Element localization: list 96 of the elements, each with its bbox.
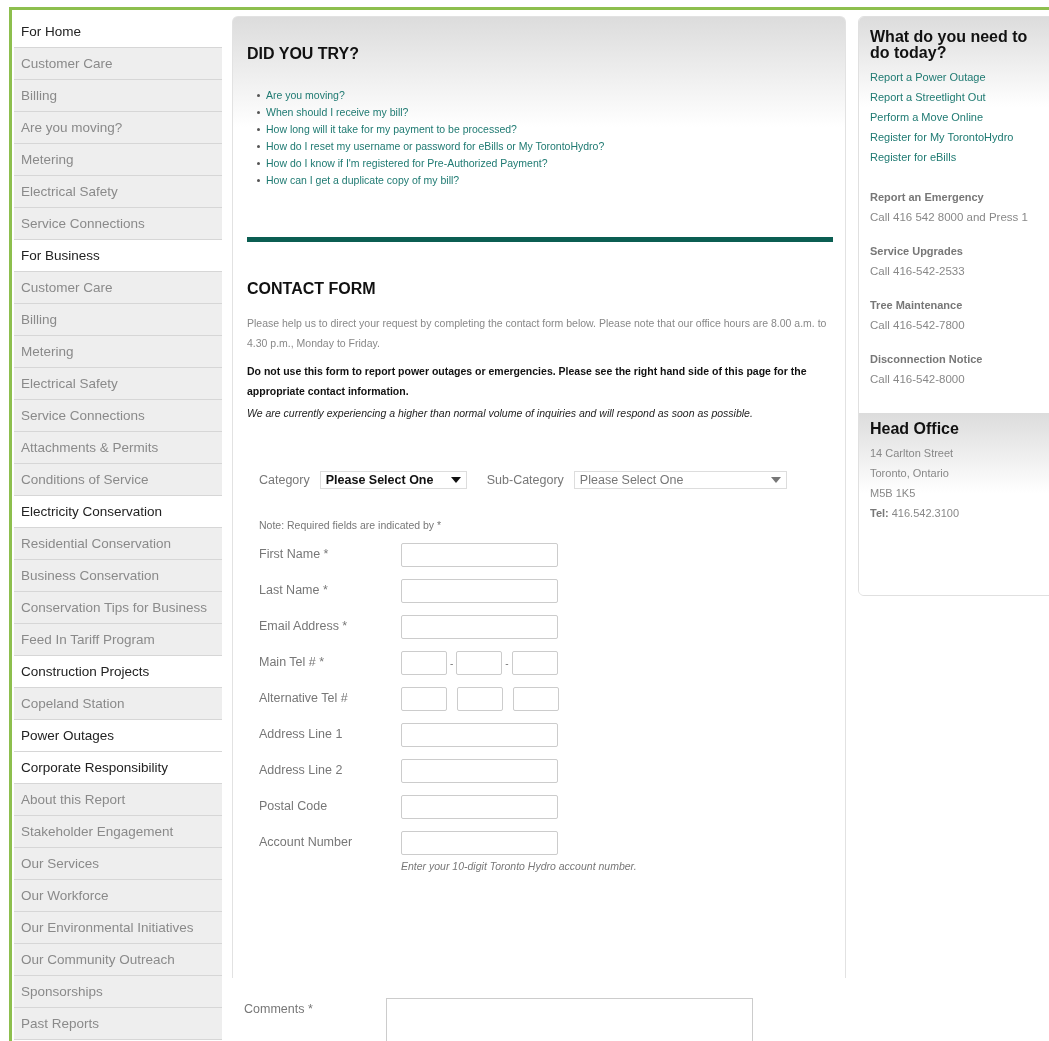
sidebar-item[interactable]: Are you moving? bbox=[14, 112, 222, 144]
sidebar-item[interactable]: Residential Conservation bbox=[14, 528, 222, 560]
notice-text: We are currently experiencing a higher than normal volume of inquiries and will respond as soon as possible. bbox=[247, 406, 754, 421]
panel-heading: What do you need to do today? bbox=[870, 29, 1029, 61]
faq-link[interactable]: Are you moving? bbox=[266, 87, 345, 104]
bullet-icon bbox=[257, 145, 260, 148]
phone-field[interactable] bbox=[401, 687, 447, 711]
caret-icon bbox=[770, 477, 781, 483]
quick-link[interactable]: Register for eBills bbox=[870, 147, 1049, 167]
section-heading: CONTACT FORM bbox=[247, 279, 377, 298]
sidebar-item[interactable]: Service Connections bbox=[14, 400, 222, 432]
phone-field[interactable] bbox=[511, 651, 558, 675]
sidebar-item[interactable]: About this Report bbox=[14, 784, 222, 816]
field-label: Address Line 2 bbox=[259, 762, 344, 777]
phone-field[interactable] bbox=[456, 651, 503, 675]
quick-link[interactable]: Register for My TorontoHydro bbox=[870, 127, 1049, 147]
quick-link[interactable]: Perform a Move Online bbox=[870, 107, 1049, 127]
sidebar-item[interactable]: Feed In Tariff Program bbox=[14, 624, 222, 656]
contact-title: Tree Maintenance bbox=[870, 298, 964, 313]
field-label: Email Address * bbox=[259, 618, 349, 633]
field-label: Account Number bbox=[259, 834, 354, 849]
sidebar-item[interactable]: Our Community Outreach bbox=[14, 944, 222, 976]
sidebar-item[interactable]: Our Environmental Initiatives bbox=[14, 912, 222, 944]
section-heading: DID YOU TRY? bbox=[247, 44, 360, 63]
contact-phone: Call 416 542 8000 and Press 1 bbox=[870, 210, 1029, 225]
sidebar-item[interactable]: Customer Care bbox=[14, 272, 222, 304]
sidebar-item[interactable]: Service Connections bbox=[14, 208, 222, 240]
input-field[interactable] bbox=[401, 795, 558, 819]
dropdown[interactable]: Please Select One bbox=[573, 471, 787, 489]
input-field[interactable] bbox=[401, 759, 558, 783]
quick-link[interactable]: Report a Streetlight Out bbox=[870, 87, 1049, 107]
field-label: Last Name * bbox=[259, 582, 329, 597]
input-field[interactable] bbox=[401, 615, 558, 639]
quick-link[interactable]: Report a Power Outage bbox=[870, 67, 1049, 87]
field-label: Alternative Tel # bbox=[259, 690, 349, 705]
phone-field[interactable] bbox=[513, 687, 559, 711]
faq-link[interactable]: When should I receive my bill? bbox=[266, 104, 409, 121]
sidebar-item[interactable]: Copeland Station bbox=[14, 688, 222, 720]
sidebar-item[interactable]: Our Services bbox=[14, 848, 222, 880]
sidebar-item[interactable]: Metering bbox=[14, 336, 222, 368]
contact-title: Disconnection Notice bbox=[870, 352, 984, 367]
faq-link[interactable]: How can I get a duplicate copy of my bill? bbox=[266, 172, 460, 189]
field-label: Postal Code bbox=[259, 798, 329, 813]
address-line: M5B 1K5 bbox=[870, 486, 917, 501]
sidebar-item[interactable]: Past Reports bbox=[14, 1008, 222, 1040]
required-note: Note: Required fields are indicated by * bbox=[259, 519, 443, 531]
sidebar-item[interactable]: Electrical Safety bbox=[14, 176, 222, 208]
sidebar-item[interactable]: Billing bbox=[14, 80, 222, 112]
separator-text: - bbox=[505, 657, 509, 669]
contact-phone: Call 416-542-7800 bbox=[870, 318, 966, 333]
field-label: Comments * bbox=[244, 1001, 314, 1016]
faq-link[interactable]: How long will it take for my payment to be processed? bbox=[266, 121, 517, 138]
bullet-icon bbox=[257, 94, 260, 97]
separator-text: - bbox=[450, 657, 454, 669]
address-line: 14 Carlton Street bbox=[870, 446, 955, 461]
bullet-icon bbox=[257, 162, 260, 165]
panel-heading: Head Office bbox=[870, 421, 960, 437]
phone-number: 416.542.3100 bbox=[891, 506, 960, 521]
dropdown[interactable]: Please Select One bbox=[319, 471, 467, 489]
sidebar-item[interactable]: Stakeholder Engagement bbox=[14, 816, 222, 848]
address-line: Toronto, Ontario bbox=[870, 466, 950, 481]
sidebar-item[interactable]: Attachments & Permits bbox=[14, 432, 222, 464]
sidebar-item[interactable]: Metering bbox=[14, 144, 222, 176]
input-field[interactable] bbox=[401, 831, 558, 855]
caret-icon bbox=[450, 477, 461, 483]
field-label: Main Tel # * bbox=[259, 654, 326, 669]
sidebar-item[interactable]: Billing bbox=[14, 304, 222, 336]
field-label: Address Line 1 bbox=[259, 726, 344, 741]
sidebar-item[interactable]: Conservation Tips for Business bbox=[14, 592, 222, 624]
contact-phone: Call 416-542-8000 bbox=[870, 372, 966, 387]
sidebar-item[interactable]: Customer Care bbox=[14, 48, 222, 80]
contact-title: Service Upgrades bbox=[870, 244, 964, 259]
contact-title: Report an Emergency bbox=[870, 190, 985, 205]
faq-link[interactable]: How do I know if I'm registered for Pre-Authorized Payment? bbox=[266, 155, 548, 172]
sidebar-item[interactable]: Sponsorships bbox=[14, 976, 222, 1008]
sidebar-item[interactable]: Business Conservation bbox=[14, 560, 222, 592]
phone-field[interactable] bbox=[457, 687, 503, 711]
field-label: First Name * bbox=[259, 546, 330, 561]
input-field[interactable] bbox=[401, 543, 558, 567]
faq-link[interactable]: How do I reset my username or password for eBills or My TorontoHydro? bbox=[266, 138, 605, 155]
field-label: Category bbox=[259, 473, 310, 487]
field-label: Sub-Category bbox=[486, 473, 564, 487]
input-field[interactable] bbox=[401, 723, 558, 747]
sidebar-item[interactable]: Conditions of Service bbox=[14, 464, 222, 496]
bullet-icon bbox=[257, 111, 260, 114]
field-hint: Enter your 10-digit Toronto Hydro account number. bbox=[401, 860, 637, 872]
sidebar-item[interactable]: Electrical Safety bbox=[14, 368, 222, 400]
input-field[interactable] bbox=[401, 579, 558, 603]
tel-label: Tel: bbox=[870, 506, 889, 521]
warning-text: Do not use this form to report power outages or emergencies. Please see the right hand side of this page for the appropriate contact information. bbox=[247, 364, 808, 399]
contact-phone: Call 416-542-2533 bbox=[870, 264, 966, 279]
sidebar-item[interactable]: Our Workforce bbox=[14, 880, 222, 912]
bullet-icon bbox=[257, 128, 260, 131]
intro-text: Please help us to direct your request by completing the contact form below. Please note that our office hours are 8.00 a.m. to 4.30 p.m., Monday to Friday. bbox=[247, 316, 828, 351]
phone-field[interactable] bbox=[401, 651, 447, 675]
bullet-icon bbox=[257, 179, 260, 182]
